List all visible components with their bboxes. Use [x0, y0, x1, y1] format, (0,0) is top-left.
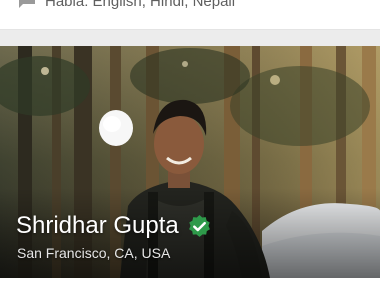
section-gap — [0, 30, 380, 46]
host-name: Shridhar Gupta — [16, 212, 179, 239]
host-photo-card[interactable]: Shridhar Gupta San Francisco, CA, USA — [0, 46, 380, 278]
verified-check-icon — [188, 214, 210, 237]
host-name-row: Shridhar Gupta — [16, 212, 212, 240]
host-location: San Francisco, CA, USA — [17, 245, 171, 261]
languages-row: Habla: English, Hindi, Nepali — [0, 0, 380, 16]
host-profile-screen: Habla: English, Hindi, Nepali Shridhar G… — [0, 0, 380, 285]
languages-text: Habla: English, Hindi, Nepali — [45, 0, 236, 10]
bottom-area — [0, 278, 380, 285]
chat-bubble-icon — [19, 0, 35, 8]
